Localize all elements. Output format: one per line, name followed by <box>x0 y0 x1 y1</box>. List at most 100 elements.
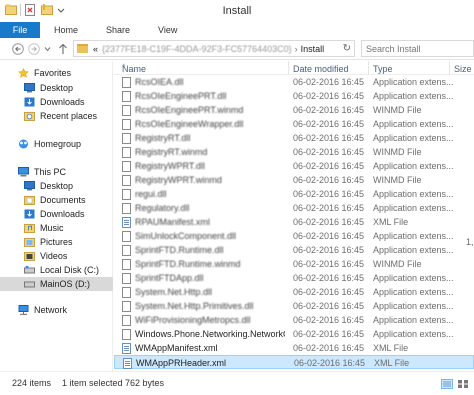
sidebar-label: Pictures <box>40 237 73 247</box>
file-row[interactable]: SprintFTD.Runtime.dll 06-02-2016 16:45 App… <box>114 243 474 257</box>
file-name: RegistryWPRT.winmd <box>135 175 222 185</box>
navigation-bar: « {2377FE18-C19F-4DDA-92F3-FC57764403C0}… <box>0 38 474 60</box>
file-row[interactable]: WiFiProvisioningMetropcs.dll 06-02-2016 1… <box>114 313 474 327</box>
up-arrow-icon[interactable] <box>56 42 69 55</box>
sidebar-item-this-pc[interactable]: This PC <box>18 165 66 179</box>
column-divider[interactable] <box>368 61 369 75</box>
file-name: System.Net.Http.dll <box>135 287 213 297</box>
drive-icon <box>24 281 35 288</box>
file-name: WMAppPRHeader.xml <box>136 358 227 368</box>
file-row[interactable]: WMAppPRHeader.xml 06-02-2016 16:45 XML Fil… <box>114 355 474 369</box>
file-icon <box>122 77 131 88</box>
file-icon <box>122 175 131 186</box>
file-name: Regulatory.dll <box>135 203 190 213</box>
file-row[interactable]: RcsOIeEngineePRT.winmd 06-02-2016 16:45 WI… <box>114 103 474 117</box>
sidebar-item-downloads[interactable]: Downloads <box>24 95 85 109</box>
sidebar-item-pc-desktop[interactable]: Desktop <box>24 179 73 193</box>
file-name: RcsOIEA.dll <box>135 77 184 87</box>
file-row[interactable]: RcsOIeEngineeWrapper.dll 06-02-2016 16:45… <box>114 117 474 131</box>
file-date: 06-02-2016 16:45 <box>293 77 365 87</box>
file-date: 06-02-2016 16:45 <box>293 91 365 101</box>
file-name: RPAUManifest.xml <box>135 217 210 227</box>
file-name: SimUnlockComponent.dll <box>135 231 237 241</box>
file-row[interactable]: SprintFTDApp.dll 06-02-2016 16:45 Applicat… <box>114 271 474 285</box>
file-name: RcsOIeEngineePRT.winmd <box>135 105 244 115</box>
downloads-icon <box>24 97 35 107</box>
sidebar-label: Desktop <box>40 83 74 93</box>
file-row[interactable]: WMAppManifest.xml 06-02-2016 16:45 XML Fil… <box>114 341 474 355</box>
column-size[interactable]: Size <box>454 64 472 74</box>
column-date-modified[interactable]: Date modified <box>293 64 349 74</box>
sidebar-item-desktop[interactable]: Desktop <box>24 81 73 95</box>
large-icons-view-icon[interactable] <box>457 379 469 389</box>
sidebar-item-documents[interactable]: Documents <box>24 193 86 207</box>
file-date: 06-02-2016 16:45 <box>293 287 365 297</box>
file-row[interactable]: RegistryWPRT.dll 06-02-2016 16:45 Applicat… <box>114 159 474 173</box>
file-name: RegistryRT.winmd <box>135 147 208 157</box>
file-date: 06-02-2016 16:45 <box>293 329 365 339</box>
breadcrumb-guid[interactable]: {2377FE18-C19F-4DDA-92F3-FC57764403C0} <box>102 44 292 54</box>
sidebar-item-favorites[interactable]: Favorites <box>18 66 71 80</box>
sidebar-label: MainOS (D:) <box>40 279 91 289</box>
status-bar: 224 items 1 item selected 762 bytes <box>0 371 474 395</box>
file-row[interactable]: RcsOIeEngineePRT.dll 06-02-2016 16:45 Appl… <box>114 89 474 103</box>
file-icon <box>122 189 131 200</box>
tab-view[interactable]: View <box>144 22 191 38</box>
desktop-icon <box>24 181 35 191</box>
back-arrow-icon[interactable] <box>11 42 24 55</box>
file-type: XML File <box>374 358 410 368</box>
file-date: 06-02-2016 16:45 <box>293 315 365 325</box>
column-divider[interactable] <box>449 61 450 75</box>
tab-file[interactable]: File <box>0 22 40 38</box>
file-type: Application extens... <box>373 287 454 297</box>
sidebar-item-pc-downloads[interactable]: Downloads <box>24 207 85 221</box>
file-row[interactable]: regui.dll 06-02-2016 16:45 Application ext… <box>114 187 474 201</box>
file-icon <box>122 287 131 298</box>
pictures-icon <box>24 238 35 247</box>
breadcrumb-overflow[interactable]: « <box>93 44 98 54</box>
sidebar-label: Downloads <box>40 97 85 107</box>
file-row[interactable]: System.Net.Http.Primitives.dll 06-02-2016… <box>114 299 474 313</box>
breadcrumb-chevron-icon[interactable]: › <box>295 44 298 54</box>
column-name[interactable]: Name <box>122 64 146 74</box>
sidebar-item-recent-places[interactable]: Recent places <box>24 109 97 123</box>
sidebar-label: Network <box>34 305 68 315</box>
file-name: Windows.Phone.Networking.NetworkOp... <box>135 329 285 339</box>
column-divider[interactable] <box>288 61 289 75</box>
file-row[interactable]: Windows.Phone.Networking.NetworkOp... 06-… <box>114 327 474 341</box>
sidebar-item-music[interactable]: Music <box>24 221 64 235</box>
sidebar-item-network[interactable]: Network <box>18 303 67 317</box>
file-row[interactable]: RegistryWPRT.winmd 06-02-2016 16:45 WINMD … <box>114 173 474 187</box>
file-row[interactable]: RegistryRT.dll 06-02-2016 16:45 Applicatio… <box>114 131 474 145</box>
sidebar-item-videos[interactable]: Videos <box>24 249 67 263</box>
file-row[interactable]: System.Net.Http.dll 06-02-2016 16:45 Appli… <box>114 285 474 299</box>
network-icon <box>18 305 29 315</box>
sidebar-item-pictures[interactable]: Pictures <box>24 235 73 249</box>
file-row[interactable]: Regulatory.dll 06-02-2016 16:45 Applicatio… <box>114 201 474 215</box>
file-row[interactable]: RegistryRT.winmd 06-02-2016 16:45 WINMD Fi… <box>114 145 474 159</box>
file-row[interactable]: SprintFTD.Runtime.winmd 06-02-2016 16:45 W… <box>114 257 474 271</box>
forward-arrow-icon[interactable] <box>27 42 40 55</box>
breadcrumb-install[interactable]: Install <box>301 44 325 54</box>
tab-home[interactable]: Home <box>40 22 92 38</box>
homegroup-icon <box>19 139 28 149</box>
file-name: RcsOIeEngineePRT.dll <box>135 91 227 101</box>
tab-share[interactable]: Share <box>92 22 144 38</box>
details-view-icon[interactable] <box>441 379 453 389</box>
file-name: RcsOIeEngineeWrapper.dll <box>135 119 244 129</box>
file-type: XML File <box>373 217 409 227</box>
column-type[interactable]: Type <box>373 64 393 74</box>
recent-locations-icon[interactable] <box>43 42 51 55</box>
sidebar-item-local-disk[interactable]: Local Disk (C:) <box>24 263 99 277</box>
sidebar-item-mainos[interactable]: MainOS (D:) <box>0 277 113 291</box>
sidebar-item-homegroup[interactable]: Homegroup <box>18 137 81 151</box>
star-icon <box>18 68 29 78</box>
refresh-icon[interactable]: ↻ <box>343 43 351 54</box>
address-bar[interactable]: « {2377FE18-C19F-4DDA-92F3-FC57764403C0}… <box>73 40 355 57</box>
file-row[interactable]: RcsOIEA.dll 06-02-2016 16:45 Application e… <box>114 75 474 89</box>
file-icon <box>122 329 131 340</box>
file-row[interactable]: RPAUManifest.xml 06-02-2016 16:45 XML File <box>114 215 474 229</box>
search-input[interactable]: Search Install <box>361 40 474 57</box>
file-type: WINMD File <box>373 105 422 115</box>
file-row[interactable]: SimUnlockComponent.dll 06-02-2016 16:45 Ap… <box>114 229 474 243</box>
